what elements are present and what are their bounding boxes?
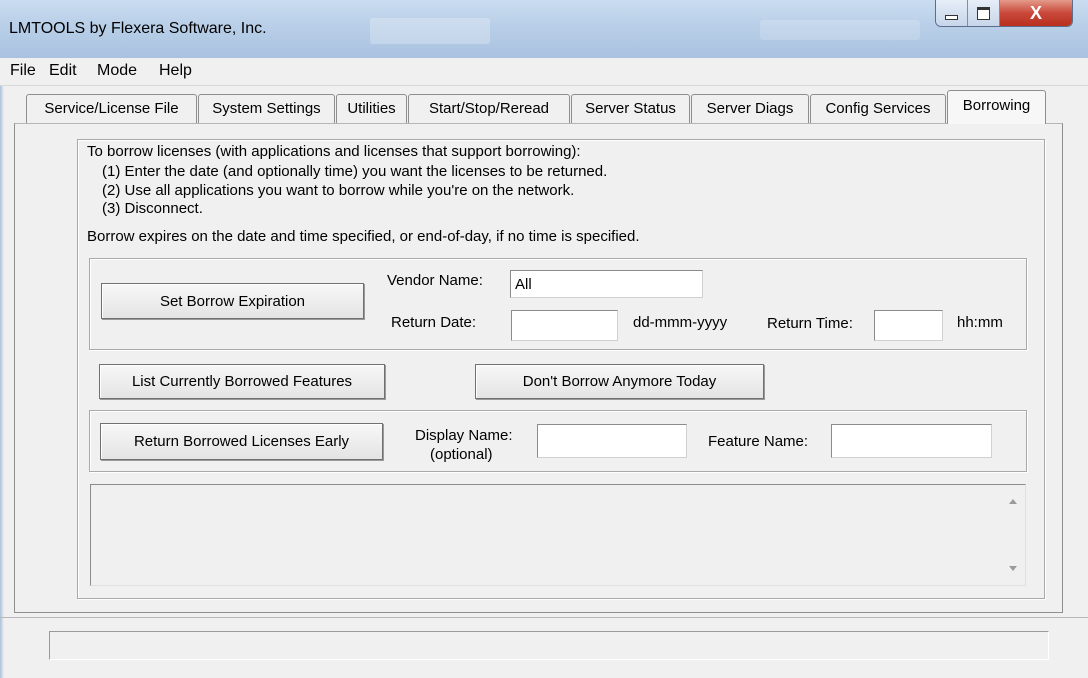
date-format-hint: dd-mmm-yyyy bbox=[633, 314, 728, 331]
tab-utilities[interactable]: Utilities bbox=[336, 94, 407, 123]
list-borrowed-features-button[interactable]: List Currently Borrowed Features bbox=[99, 364, 385, 399]
minimize-button[interactable] bbox=[936, 0, 968, 26]
feature-name-label: Feature Name: bbox=[708, 433, 809, 450]
menu-mode[interactable]: Mode bbox=[97, 62, 137, 80]
menu-edit[interactable]: Edit bbox=[49, 62, 77, 80]
menu-bar: File Edit Mode Help bbox=[0, 58, 1088, 86]
vendor-name-label: Vendor Name: bbox=[387, 272, 483, 289]
maximize-icon bbox=[977, 6, 990, 20]
window-left-edge bbox=[0, 85, 4, 678]
tab-server-diags[interactable]: Server Diags bbox=[691, 94, 809, 123]
return-borrowed-licenses-early-button[interactable]: Return Borrowed Licenses Early bbox=[100, 423, 383, 460]
maximize-button[interactable] bbox=[968, 0, 1000, 26]
time-format-hint: hh:mm bbox=[957, 314, 1003, 331]
tab-config-services[interactable]: Config Services bbox=[810, 94, 946, 123]
borrow-step-1: (1) Enter the date (and optionally time)… bbox=[102, 163, 608, 180]
borrow-expires-note: Borrow expires on the date and time spec… bbox=[87, 228, 640, 245]
return-date-input[interactable] bbox=[511, 310, 618, 341]
return-time-label: Return Time: bbox=[767, 315, 853, 332]
title-bar-blur bbox=[760, 20, 920, 40]
scroll-up-icon[interactable] bbox=[1009, 499, 1017, 504]
status-bar bbox=[49, 631, 1049, 660]
vendor-name-input[interactable] bbox=[510, 270, 703, 298]
divider bbox=[0, 617, 1088, 618]
menu-help[interactable]: Help bbox=[159, 62, 192, 80]
window-title: LMTOOLS by Flexera Software, Inc. bbox=[9, 20, 267, 37]
display-name-input[interactable] bbox=[537, 424, 687, 458]
output-textarea[interactable] bbox=[90, 484, 1026, 586]
tab-start-stop-reread[interactable]: Start/Stop/Reread bbox=[408, 94, 570, 123]
caption-buttons: X bbox=[935, 0, 1073, 27]
tab-borrowing[interactable]: Borrowing bbox=[947, 90, 1046, 124]
display-name-optional: (optional) bbox=[430, 446, 493, 463]
return-date-label: Return Date: bbox=[391, 314, 477, 331]
borrow-intro: To borrow licenses (with applications an… bbox=[87, 143, 581, 160]
minimize-icon bbox=[945, 14, 958, 20]
scroll-down-icon[interactable] bbox=[1009, 566, 1017, 571]
feature-name-input[interactable] bbox=[831, 424, 992, 458]
tab-system-settings[interactable]: System Settings bbox=[198, 94, 335, 123]
menu-file[interactable]: File bbox=[10, 62, 36, 80]
display-name-label: Display Name: bbox=[415, 427, 513, 444]
title-bar-blur bbox=[370, 18, 490, 44]
title-bar: LMTOOLS by Flexera Software, Inc. X bbox=[0, 0, 1088, 58]
tab-service-license-file[interactable]: Service/License File bbox=[26, 94, 197, 123]
borrow-step-3: (3) Disconnect. bbox=[102, 200, 203, 217]
set-borrow-expiration-button[interactable]: Set Borrow Expiration bbox=[101, 283, 364, 319]
return-time-input[interactable] bbox=[874, 310, 943, 341]
borrow-step-2: (2) Use all applications you want to bor… bbox=[102, 182, 575, 199]
close-button[interactable]: X bbox=[1000, 0, 1072, 26]
close-icon: X bbox=[1029, 2, 1042, 23]
dont-borrow-anymore-button[interactable]: Don't Borrow Anymore Today bbox=[475, 364, 764, 399]
tab-server-status[interactable]: Server Status bbox=[571, 94, 690, 123]
